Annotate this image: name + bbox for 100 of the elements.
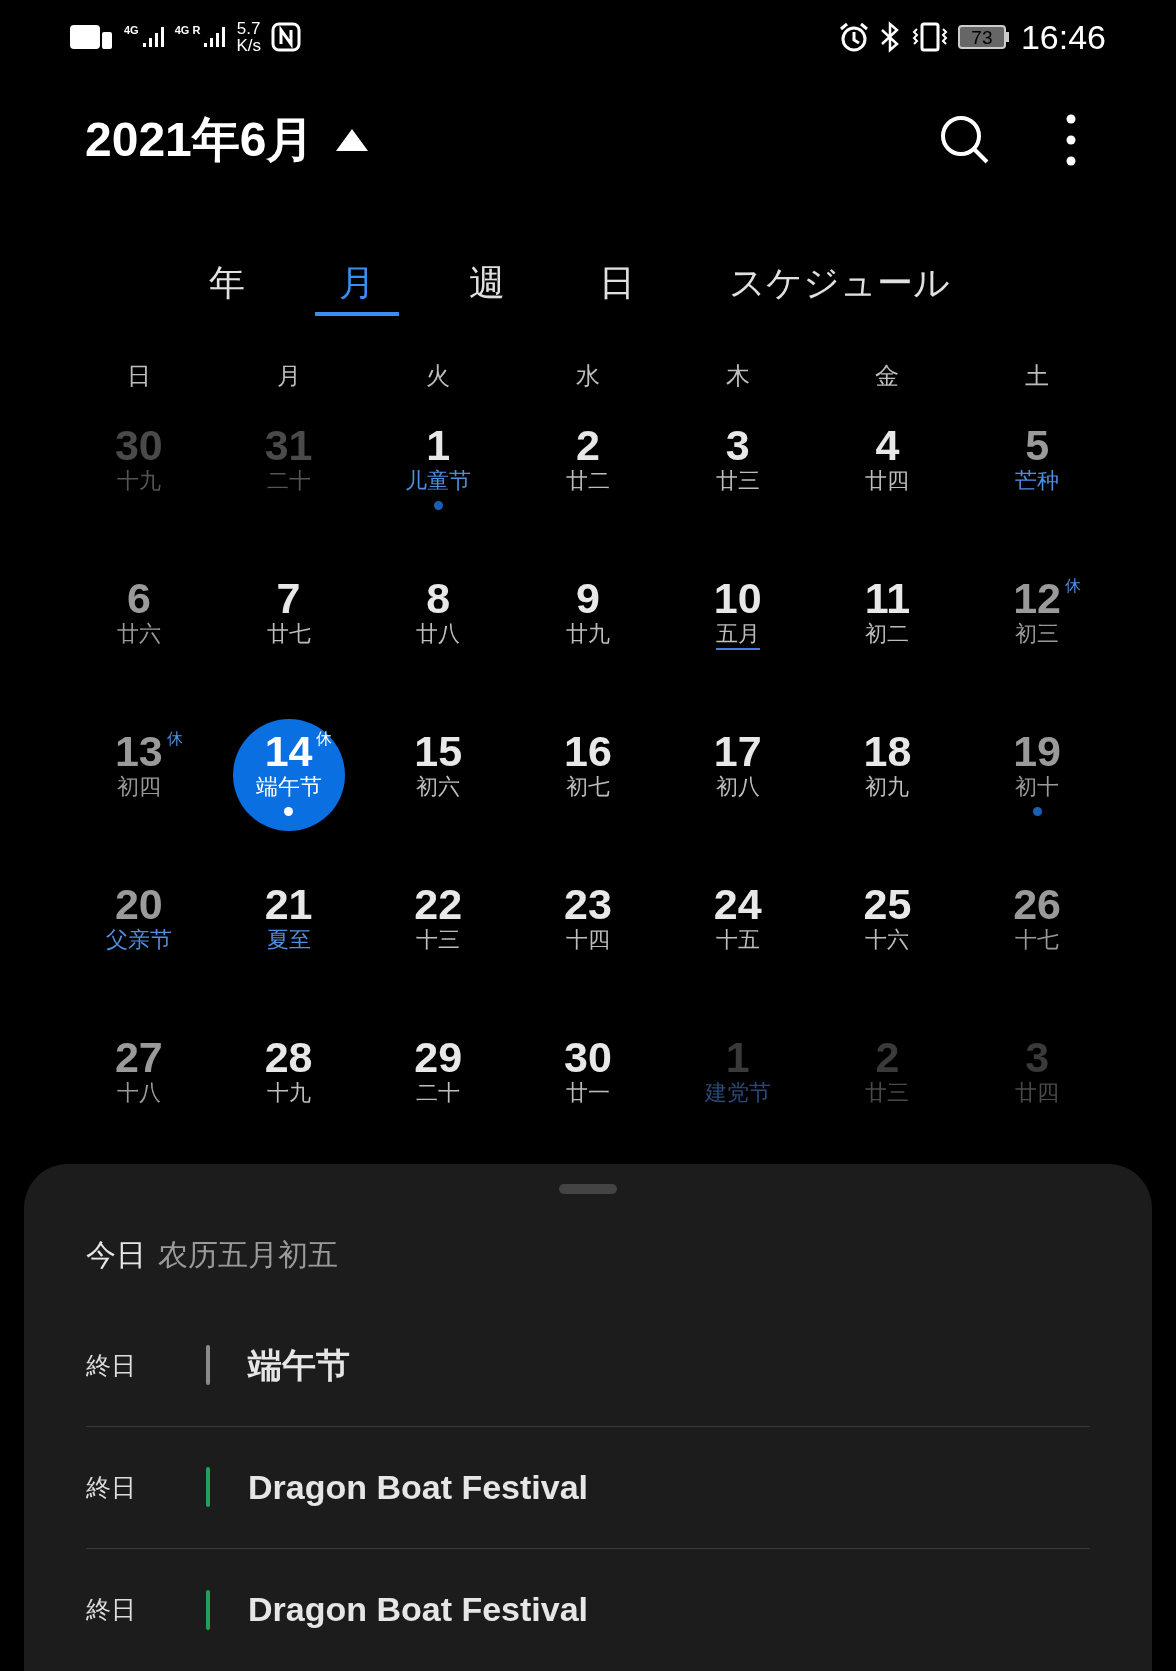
day-number: 29 [414,1033,463,1081]
event-title[interactable]: Dragon Boat Festival [248,1584,589,1636]
lunar-date: 芒种 [1015,467,1060,495]
lunar-date: 廿六 [116,620,161,648]
day-cell[interactable]: 27 十八 [82,1025,195,1137]
lunar-date: 初八 [715,773,760,801]
view-tab[interactable]: 日 [574,253,659,316]
day-number: 2 [576,421,600,469]
lunar-date: 父亲节 [105,926,172,954]
day-cell[interactable]: 26 十七 [981,872,1094,984]
lunar-date: 廿四 [865,467,910,495]
weekday-label: 月 [276,360,301,391]
day-number: 8 [426,574,451,622]
view-tab[interactable]: 月 [314,253,399,316]
weekday-label: 金 [875,360,900,391]
view-tab[interactable]: 週 [444,253,529,316]
lunar-date: 廿三 [865,1079,910,1107]
day-number: 1 [725,1033,750,1081]
month-title: 2021年6月 [85,112,315,169]
day-cell[interactable]: 1 儿童节 [382,413,495,525]
lunar-date: 廿一 [566,1079,610,1107]
lunar-date: 初三 [1015,620,1060,648]
day-cell[interactable]: 2 廿二 [532,413,644,525]
day-number: 26 [1013,880,1062,928]
weekday-label: 土 [1025,360,1050,391]
day-number: 9 [576,574,600,622]
event-time: 終日 [86,1594,137,1626]
battery-level: 73 [971,27,993,47]
day-cell[interactable]: 15 初六 [382,719,495,831]
day-cell[interactable]: 20 父亲节 [82,872,195,984]
lunar-date: 十七 [1015,926,1060,954]
day-cell[interactable]: 10 五月 [681,566,794,678]
event-title[interactable]: 端午节 [248,1340,350,1391]
nfc-icon [270,22,301,53]
day-cell[interactable]: 4 廿四 [831,413,944,525]
day-number: 21 [264,880,313,928]
lunar-date: 廿八 [416,620,461,648]
lunar-date: 夏至 [266,926,311,954]
day-number: 19 [1013,727,1062,775]
day-number: 16 [564,727,612,775]
lunar-date: 廿三 [715,467,760,495]
lunar-date: 初十 [1015,773,1060,801]
day-cell[interactable]: 3 廿三 [681,413,794,525]
day-cell[interactable]: 29 二十 [382,1025,495,1137]
lunar-date: 廿九 [566,620,610,648]
event-title[interactable]: Dragon Boat Festival [248,1462,589,1513]
view-tab[interactable]: スケジュール [704,253,974,316]
lunar-date: 初四 [116,773,161,801]
day-number: 20 [114,880,163,928]
lunar-date: 廿四 [1015,1079,1060,1107]
holiday-label: 休 [166,729,183,749]
lunar-date: 端午节 [255,773,322,801]
lunar-date: 廿七 [266,620,311,648]
lunar-date: 五月 [715,620,760,650]
day-cell[interactable]: 19 初十 [981,719,1094,831]
day-cell[interactable]: 8 廿八 [382,566,495,678]
lunar-date: 建党节 [704,1079,771,1107]
weekday-label: 水 [576,360,600,391]
more-options-icon[interactable] [1066,114,1076,167]
day-number: 3 [725,421,750,469]
lunar-date: 初二 [865,620,910,648]
day-number: 25 [863,880,912,928]
day-cell[interactable]: 28 十九 [232,1025,345,1137]
lunar-date: 初七 [566,773,610,801]
day-cell[interactable]: 23 十四 [532,872,644,984]
day-cell[interactable]: 18 初九 [831,719,944,831]
day-cell[interactable]: 9 廿九 [532,566,644,678]
day-number: 24 [713,880,762,928]
speed-value: 5.7 [236,20,261,38]
day-cell[interactable]: 6 廿六 [82,566,195,678]
day-cell[interactable]: 17 初八 [681,719,794,831]
search-icon[interactable] [940,115,990,166]
lunar-date: 二十 [266,467,311,495]
drag-handle[interactable] [559,1184,617,1194]
day-cell[interactable]: 22 十三 [382,872,495,984]
lunar-date: 初六 [416,773,461,801]
month-title-button[interactable]: 2021年6月 [85,104,369,177]
day-number: 13 [114,727,163,775]
day-cell[interactable]: 16 初七 [532,719,644,831]
day-cell[interactable]: 5 芒种 [981,413,1094,525]
lunar-date-label: 农历五月初五 [158,1237,338,1273]
day-cell[interactable]: 11 初二 [831,566,944,678]
lunar-date: 十四 [566,926,610,954]
day-cell[interactable]: 21 夏至 [232,872,345,984]
network-label: 4G [124,25,139,37]
lunar-date: 十六 [865,926,910,954]
lunar-date: 十九 [266,1079,311,1107]
day-number: 17 [713,727,762,775]
day-cell[interactable]: 7 廿七 [232,566,345,678]
day-cell[interactable]: 30 廿一 [532,1025,644,1137]
lunar-date: 儿童节 [405,467,472,495]
day-cell[interactable]: 25 十六 [831,872,944,984]
weekday-label: 木 [725,360,750,391]
day-number: 2 [875,1033,900,1081]
day-cell[interactable]: 24 十五 [681,872,794,984]
view-tab[interactable]: 年 [184,253,269,316]
network-label: 4G R [174,25,201,37]
weekday-label: 日 [126,360,151,391]
day-number: 28 [264,1033,313,1081]
signal-icon [202,25,227,50]
